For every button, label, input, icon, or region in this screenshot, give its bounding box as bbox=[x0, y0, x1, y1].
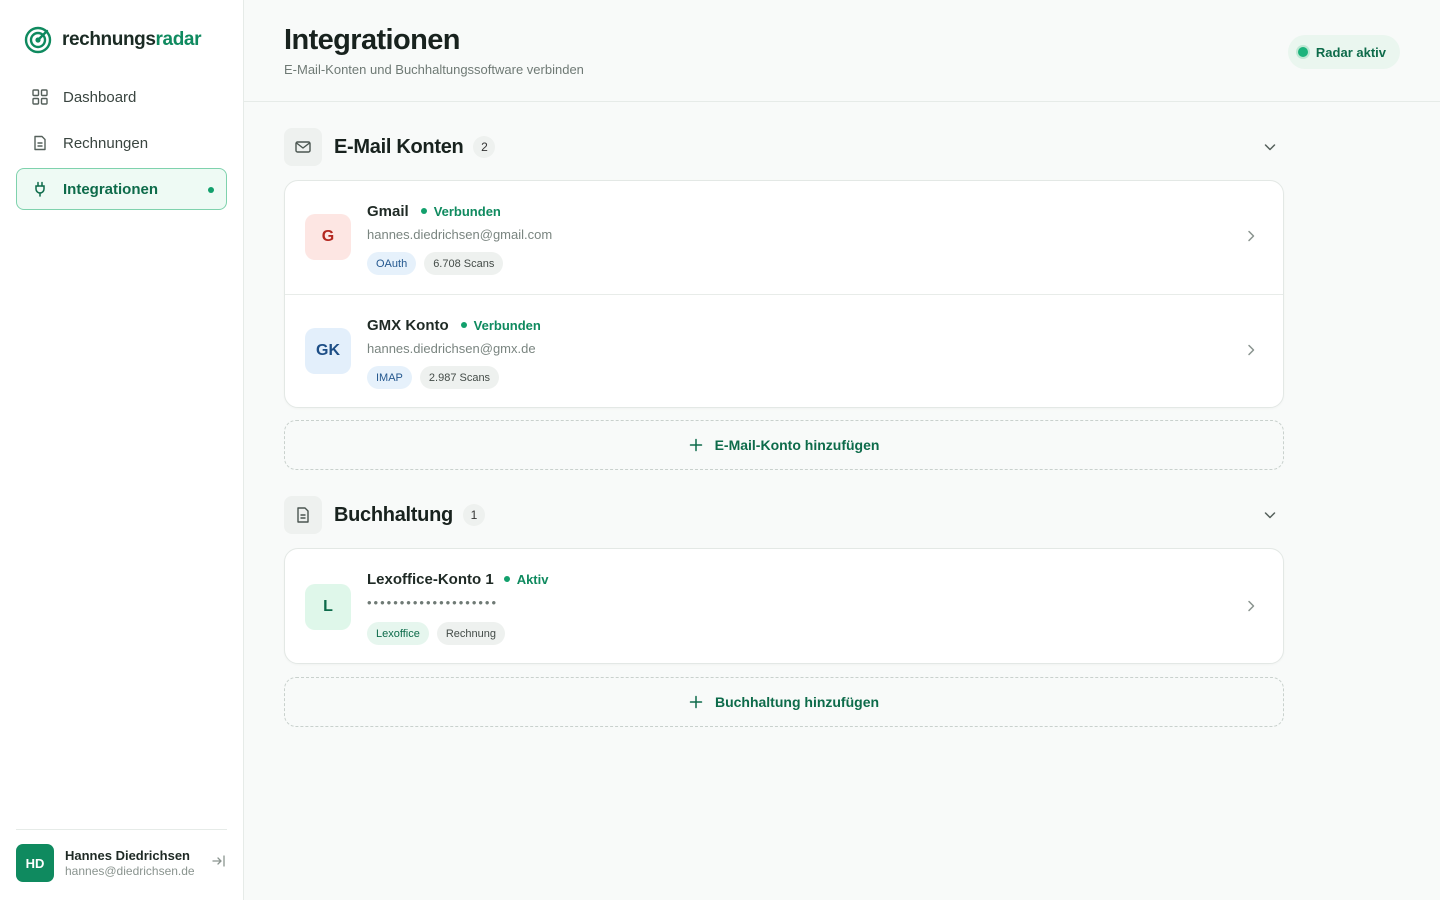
tag-list: IMAP 2.987 Scans bbox=[367, 366, 541, 389]
masked-api-key: •••••••••••••••••••• bbox=[367, 595, 499, 610]
status-badge: Radar aktiv bbox=[1287, 35, 1400, 69]
page-title: Integrationen bbox=[284, 24, 460, 56]
account-details: Gmail Verbunden hannes.diedrichsen@gmail… bbox=[367, 202, 552, 275]
status-badge: Verbunden bbox=[420, 204, 501, 219]
status-badge: Verbunden bbox=[460, 318, 541, 333]
user-email: hannes@diedrichsen.de bbox=[65, 864, 195, 878]
plug-icon bbox=[31, 180, 49, 198]
chevron-down-icon[interactable] bbox=[1262, 139, 1278, 155]
sidebar-item-label: Rechnungen bbox=[63, 134, 149, 152]
plus-icon bbox=[689, 438, 702, 452]
accounting-section-header[interactable]: Buchhaltung 1 bbox=[284, 496, 1284, 534]
account-avatar: G bbox=[305, 214, 351, 260]
list-item-gmx[interactable]: GK GMX Konto Verbunden hannes.diedrichse… bbox=[285, 294, 1283, 407]
section-title: Buchhaltung bbox=[334, 503, 453, 526]
provider-tag: Lexoffice bbox=[367, 622, 429, 645]
section-count-badge: 1 bbox=[462, 504, 485, 526]
scan-count-tag: 6.708 Scans bbox=[424, 252, 504, 275]
list-item-gmail[interactable]: G Gmail Verbunden hannes.diedrichsen@gma… bbox=[285, 181, 1283, 294]
account-email: hannes.diedrichsen@gmail.com bbox=[367, 227, 553, 242]
grid-icon bbox=[31, 88, 49, 106]
document-icon bbox=[284, 496, 322, 534]
chevron-down-icon[interactable] bbox=[1262, 507, 1278, 523]
add-accounting-button[interactable]: Buchhaltung hinzufügen bbox=[284, 677, 1284, 727]
sidebar-item-integrationen[interactable]: Integrationen bbox=[16, 168, 227, 210]
status-badge-label: Radar aktiv bbox=[1315, 44, 1386, 60]
chevron-right-icon bbox=[1248, 600, 1255, 612]
radar-logo-icon bbox=[24, 26, 52, 54]
email-section-header[interactable]: E-Mail Konten 2 bbox=[284, 128, 1284, 166]
document-icon bbox=[31, 134, 49, 152]
account-details: Lexoffice-Konto 1 Aktiv ••••••••••••••••… bbox=[367, 570, 548, 645]
avatar: HD bbox=[16, 844, 54, 882]
list-item-lexoffice[interactable]: L Lexoffice-Konto 1 Aktiv ••••••••••••••… bbox=[285, 549, 1283, 663]
brand-name: rechnungsradar bbox=[62, 29, 202, 50]
tag-list: Lexoffice Rechnung bbox=[367, 622, 548, 645]
sidebar-item-dashboard[interactable]: Dashboard bbox=[16, 76, 227, 118]
add-email-account-button[interactable]: E-Mail-Konto hinzufügen bbox=[284, 420, 1284, 470]
status-badge: Aktiv bbox=[503, 572, 548, 587]
tag-list: OAuth 6.708 Scans bbox=[367, 252, 552, 275]
section-title: E-Mail Konten bbox=[334, 135, 464, 158]
auth-type-tag: OAuth bbox=[367, 252, 417, 275]
add-button-label: E-Mail-Konto hinzufügen bbox=[714, 437, 880, 453]
page-subtitle: E-Mail-Konten und Buchhaltungssoftware v… bbox=[284, 62, 584, 77]
mail-icon bbox=[284, 128, 322, 166]
plus-icon bbox=[689, 695, 703, 709]
user-profile[interactable]: HD Hannes Diedrichsen hannes@diedrichsen… bbox=[16, 843, 227, 883]
user-info: Hannes Diedrichsen hannes@diedrichsen.de bbox=[65, 848, 195, 878]
logout-icon[interactable] bbox=[211, 853, 227, 869]
status-dot-icon bbox=[1297, 47, 1308, 57]
email-accounts-card: G Gmail Verbunden hannes.diedrichsen@gma… bbox=[284, 180, 1284, 408]
account-details: GMX Konto Verbunden hannes.diedrichsen@g… bbox=[367, 316, 541, 389]
sidebar: rechnungsradar Dashboard Rechnungen Inte… bbox=[0, 0, 244, 900]
account-avatar: GK bbox=[305, 328, 351, 374]
sidebar-item-rechnungen[interactable]: Rechnungen bbox=[16, 122, 227, 164]
scan-count-tag: 2.987 Scans bbox=[419, 366, 500, 389]
status-dot-icon bbox=[503, 576, 510, 582]
sidebar-item-label: Integrationen bbox=[63, 180, 159, 198]
account-avatar: L bbox=[305, 584, 351, 630]
account-name: GMX Konto bbox=[367, 316, 449, 334]
chevron-right-icon bbox=[1248, 230, 1255, 242]
sidebar-item-label: Dashboard bbox=[63, 88, 137, 106]
add-button-label: Buchhaltung hinzufügen bbox=[714, 694, 880, 710]
divider bbox=[16, 829, 227, 830]
account-name: Lexoffice-Konto 1 bbox=[367, 570, 494, 588]
active-indicator-dot bbox=[208, 187, 214, 193]
page-header: Integrationen E-Mail-Konten und Buchhalt… bbox=[244, 0, 1440, 102]
sidebar-nav: Dashboard Rechnungen Integrationen bbox=[16, 76, 227, 214]
status-dot-icon bbox=[420, 208, 427, 214]
account-name: Gmail bbox=[367, 202, 409, 220]
account-email: hannes.diedrichsen@gmx.de bbox=[367, 341, 536, 356]
auth-type-tag: IMAP bbox=[367, 366, 412, 389]
document-type-tag: Rechnung bbox=[436, 622, 505, 645]
accounting-accounts-card: L Lexoffice-Konto 1 Aktiv ••••••••••••••… bbox=[284, 548, 1284, 664]
brand[interactable]: rechnungsradar bbox=[24, 26, 201, 54]
section-count-badge: 2 bbox=[473, 136, 496, 158]
status-dot-icon bbox=[460, 322, 467, 328]
user-name: Hannes Diedrichsen bbox=[65, 848, 190, 863]
chevron-right-icon bbox=[1248, 344, 1255, 356]
